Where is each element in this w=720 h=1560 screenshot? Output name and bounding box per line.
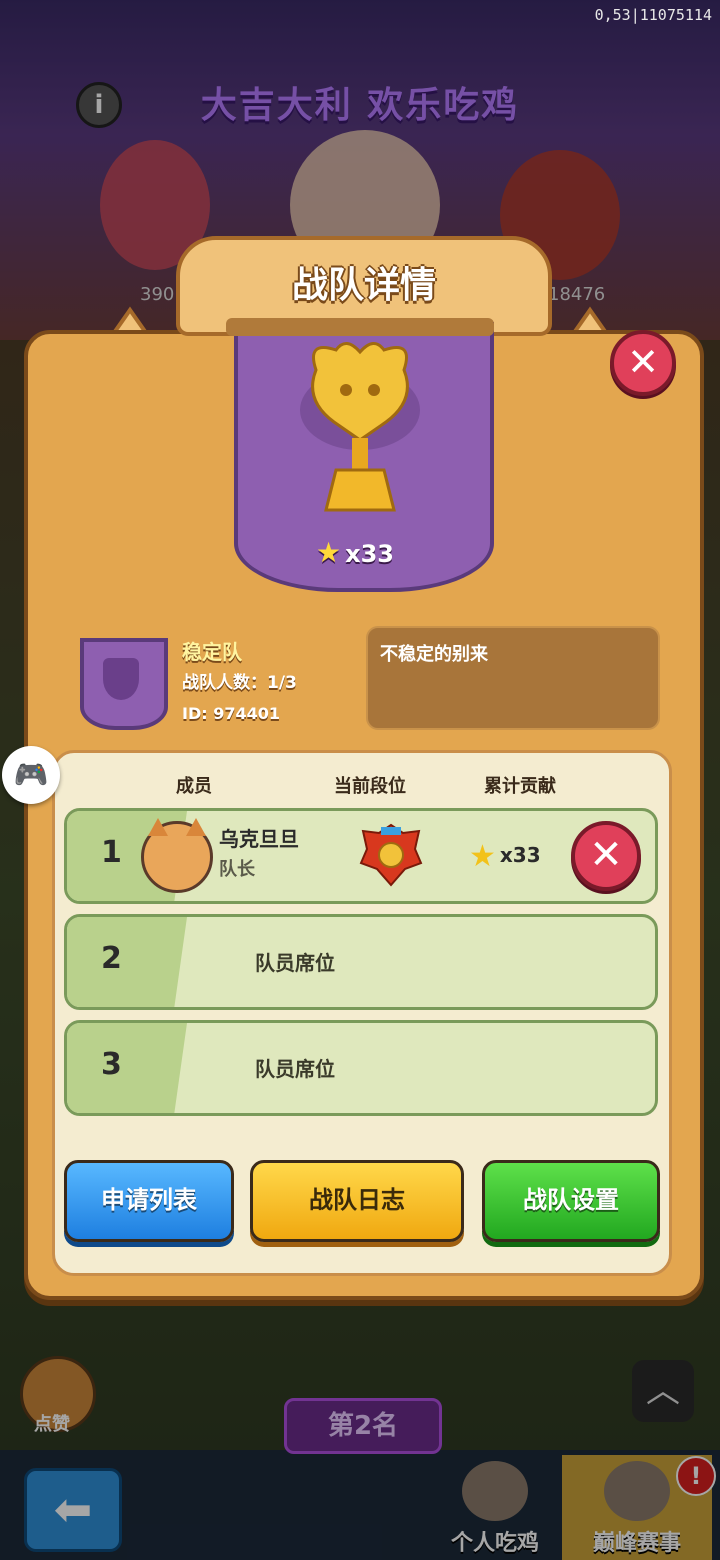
team-id: ID: 974401 [182, 704, 280, 723]
row-index: 2 [101, 941, 122, 976]
contribution-value: x33 [499, 843, 541, 867]
gamepad-icon[interactable]: 🎮 [2, 746, 60, 804]
version-text: 0,53|11075114 [594, 6, 712, 24]
trophy-star-count: x33 [345, 540, 394, 568]
team-motto: 不稳定的别来 [380, 644, 488, 665]
team-member-count: 战队人数：1/3 [182, 673, 297, 693]
member-row[interactable]: 1 乌克旦旦 队长 ★ x33 ✕ [64, 808, 658, 904]
dialog-title: 战队详情 [291, 265, 436, 306]
column-rank: 当前段位 [334, 776, 406, 797]
avatar-ear [186, 818, 206, 836]
row-stripe [67, 917, 188, 1007]
pennant-rod [226, 318, 494, 336]
empty-seat-row[interactable]: 2 队员席位 [64, 914, 658, 1010]
team-log-button[interactable]: 战队日志 [250, 1160, 464, 1242]
member-contribution: ★ x33 [469, 839, 541, 874]
apply-list-button[interactable]: 申请列表 [64, 1160, 234, 1242]
row-stripe [67, 1023, 188, 1113]
member-role: 队长 [219, 859, 255, 880]
seat-label: 队员席位 [255, 951, 335, 975]
team-flag-icon [80, 638, 168, 730]
team-settings-button[interactable]: 战队设置 [482, 1160, 660, 1242]
empty-seat-row[interactable]: 3 队员席位 [64, 1020, 658, 1116]
star-icon: ★ [469, 839, 496, 874]
member-avatar[interactable] [141, 818, 213, 893]
team-name: 稳定队 [182, 640, 242, 664]
star-icon: ★ [316, 536, 342, 569]
close-button[interactable]: ✕ [610, 330, 676, 396]
row-index: 3 [101, 1047, 122, 1082]
dragon-trophy-icon [300, 342, 420, 512]
column-member: 成员 [176, 776, 212, 797]
column-contribution: 累计贡献 [484, 776, 556, 797]
remove-member-button[interactable]: ✕ [571, 821, 641, 891]
shield-icon [103, 658, 139, 700]
seat-label: 队员席位 [255, 1057, 335, 1081]
rank-badge-icon [359, 823, 423, 887]
row-index: 1 [101, 835, 122, 870]
trophy-stars: ★ x33 [316, 536, 406, 572]
member-name: 乌克旦旦 [219, 827, 299, 851]
avatar-ear [148, 818, 168, 836]
